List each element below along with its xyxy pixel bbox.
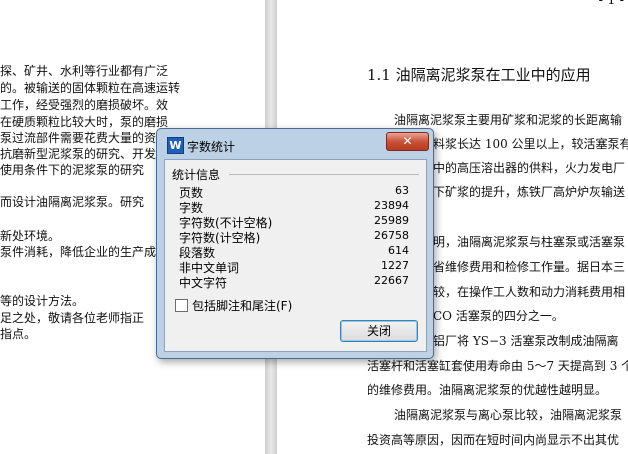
stat-value: 26758 — [374, 229, 409, 242]
stat-row-chars-no-spaces: 字符数(不计空格) 25989 — [179, 214, 409, 230]
stat-row-words: 字数 23894 — [179, 199, 409, 215]
text-line: 的维修费用。油隔离泥浆泵的优越性越明显。 — [367, 383, 608, 397]
stat-row-chinese-chars: 中文字符 22667 — [179, 274, 409, 290]
dialog-body: 统计信息 页数 63 字数 23894 字符数(不计空格) 25989 字符数(… — [164, 159, 427, 352]
page-number: - 1 - — [598, 0, 624, 8]
text-line: 抗磨新型泥浆泵的研究、开发 — [0, 147, 157, 161]
stat-value: 25989 — [374, 214, 409, 227]
stat-value: 614 — [388, 244, 409, 257]
stat-value: 22667 — [374, 274, 409, 287]
group-divider — [229, 174, 419, 175]
text-line: 投资高等原因，因而在短时间内尚显示不出其优 — [367, 433, 620, 447]
stat-value: 23894 — [374, 199, 409, 212]
section-heading: 1.1 油隔离泥浆泵在工业中的应用 — [367, 66, 591, 84]
stat-label: 中文字符 — [179, 276, 228, 290]
text-line: 油隔离泥浆泵主要用矿浆和泥浆的长距离输 — [394, 113, 623, 127]
include-footnotes-label[interactable]: 包括脚注和尾注(F) — [192, 297, 292, 314]
text-line: 中的高压溶出器的供料，火力发电厂 — [433, 161, 626, 175]
text-line: 活塞杆和活塞缸套使用寿命由 5～7 天提高到 3 个 — [367, 359, 628, 373]
text-line: 在硬质颗粒比较大时，泵的磨损 — [0, 115, 169, 129]
text-line: 泵件消耗，降低企业的生产成 — [0, 245, 157, 259]
stat-value: 1227 — [381, 259, 409, 272]
text-line: 而设计油隔离泥浆泵。研究 — [0, 195, 145, 209]
close-button[interactable]: 关闭 — [340, 320, 418, 342]
text-line: 明，油隔离泥浆泵与柱塞泵或活塞泵 — [433, 235, 626, 249]
text-line: 指点。 — [0, 327, 37, 341]
text-line: 省维修费用和检修工作量。据日本三 — [433, 260, 626, 274]
text-line: 下矿浆的提升，炼铁厂高炉炉灰输送 — [433, 185, 626, 199]
text-line: 较，在操作工人数和动力消耗费用相 — [433, 285, 626, 299]
text-line: 工作，经受强烈的磨损破坏。效 — [0, 98, 169, 112]
stat-row-paragraphs: 段落数 614 — [179, 244, 409, 260]
dialog-titlebar[interactable]: W 字数统计 ✕ — [157, 129, 433, 159]
text-line: 铝厂将 YS−3 活塞泵改制成油隔离 — [433, 334, 619, 348]
wps-app-icon: W — [167, 137, 184, 154]
stat-row-non-chinese-words: 非中文单词 1227 — [179, 259, 409, 275]
close-icon[interactable]: ✕ — [386, 132, 429, 151]
text-line: 泵过流部件需要花费大量的资 — [0, 131, 157, 145]
stat-value: 63 — [395, 184, 409, 197]
text-line: 足之处，敬请各位老师指正 — [0, 311, 145, 325]
word-count-dialog: W 字数统计 ✕ 统计信息 页数 63 字数 23894 字符数(不计空格) 2… — [156, 128, 434, 359]
text-line: 新处环境。 — [0, 229, 61, 243]
text-line: 探、矿井、水利等行业都有广泛 — [0, 64, 169, 78]
stats-group-label: 统计信息 — [172, 168, 221, 182]
text-line: 使用条件下的泥浆泵的研究 — [0, 163, 145, 177]
text-line: 的。被输送的固体颗粒在高速运转 — [0, 81, 181, 95]
stat-row-pages: 页数 63 — [179, 184, 409, 200]
text-line: CO 活塞泵的四分之一。 — [433, 309, 564, 323]
dialog-title: 字数统计 — [187, 140, 236, 154]
text-line: 料浆长达 100 公里以上，较活塞泵有 — [433, 137, 628, 151]
text-line: 等的设计方法。 — [0, 294, 85, 308]
include-footnotes-checkbox[interactable] — [175, 299, 188, 312]
stat-row-chars-with-spaces: 字符数(计空格) 26758 — [179, 229, 409, 245]
text-line: 油隔离泥浆泵与离心泵比较，油隔离泥浆泵 — [394, 408, 623, 422]
